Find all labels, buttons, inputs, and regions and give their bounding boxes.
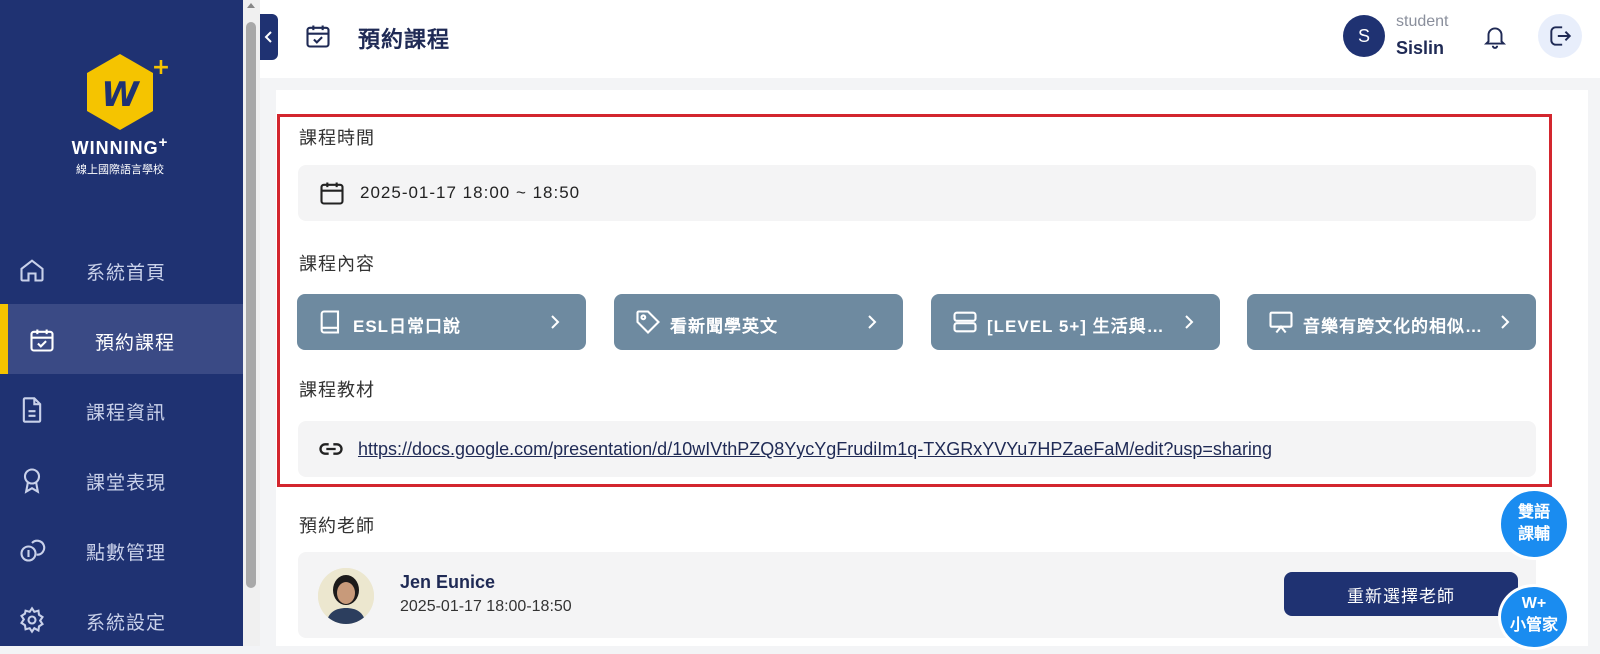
teacher-time: 2025-01-17 18:00-18:50	[400, 598, 572, 615]
home-icon	[20, 259, 44, 282]
course-material-link[interactable]: https://docs.google.com/presentation/d/1…	[358, 439, 1272, 460]
svg-text:+: +	[152, 55, 170, 80]
bilingual-tutoring-button[interactable]: 雙語 課輔	[1498, 488, 1570, 560]
coins-icon	[20, 539, 46, 562]
sidebar-item-settings[interactable]: 系統設定	[0, 584, 243, 654]
bell-icon[interactable]	[1482, 22, 1508, 50]
gear-icon	[20, 606, 44, 634]
course-content-label: 課程內容	[299, 254, 375, 274]
course-time-value: 2025-01-17 18:00 ~ 18:50	[360, 183, 581, 202]
chevron-left-icon	[264, 31, 272, 43]
bilingual-line-1: 雙語	[1517, 504, 1550, 521]
teacher-label: 預約老師	[299, 516, 375, 536]
logout-icon	[1550, 26, 1572, 46]
document-icon	[22, 397, 42, 423]
chevron-right-icon	[868, 315, 877, 329]
page-title: 預約課程	[358, 27, 451, 52]
sidebar-item-label: 預約課程	[95, 333, 176, 354]
brand-subtitle: 線上國際語言學校	[76, 164, 164, 176]
sidebar-item-label: 點數管理	[86, 543, 167, 564]
link-icon	[319, 443, 343, 455]
chevron-right-icon	[1501, 315, 1510, 329]
assistant-line-2: 小管家	[1509, 617, 1558, 634]
course-material-label: 課程教材	[299, 380, 375, 400]
calendar-check-icon	[306, 25, 330, 48]
course-chip-label: 音樂有跨文化的相似…	[1303, 317, 1483, 336]
calendar-icon	[320, 182, 344, 205]
user-name: Sislin	[1396, 38, 1445, 58]
course-time-row: 2025-01-17 18:00 ~ 18:50	[298, 165, 1536, 221]
tag-icon	[636, 310, 660, 334]
course-chip-level[interactable]: [LEVEL 5+] 生活與文…	[931, 294, 1220, 350]
course-chip-lesson[interactable]: 音樂有跨文化的相似…	[1247, 294, 1536, 350]
top-header: 預約課程 S student Sislin	[260, 0, 1600, 78]
scrollbar-thumb[interactable]	[246, 22, 256, 588]
brand-logo[interactable]: W + WINNING+ 線上國際語言學校	[60, 52, 180, 177]
reselect-teacher-button[interactable]: 重新選擇老師	[1284, 572, 1518, 616]
sidebar-item-label: 課程資訊	[86, 403, 167, 424]
course-material-row: https://docs.google.com/presentation/d/1…	[298, 421, 1536, 477]
calendar-check-icon	[30, 329, 54, 352]
teacher-name: Jen Eunice	[400, 572, 496, 592]
sidebar-item-course-info[interactable]: 課程資訊	[0, 374, 243, 444]
logout-button[interactable]	[1538, 14, 1582, 58]
teacher-avatar	[318, 568, 374, 624]
sidebar-scrollbar[interactable]	[243, 0, 260, 646]
course-chip-topic[interactable]: ESL日常口說	[297, 294, 586, 350]
server-icon	[953, 311, 977, 333]
sidebar: W + WINNING+ 線上國際語言學校 系統首頁 預約課程 課程資訊 課堂表…	[0, 0, 243, 646]
sidebar-nav: 系統首頁 預約課程 課程資訊 課堂表現 點數管理 系統設定	[0, 234, 243, 654]
sidebar-collapse-button[interactable]	[260, 14, 278, 60]
sidebar-item-performance[interactable]: 課堂表現	[0, 444, 243, 514]
sidebar-item-label: 系統首頁	[86, 263, 167, 284]
teacher-row: Jen Eunice 2025-01-17 18:00-18:50 重新選擇老師	[298, 552, 1536, 638]
course-chip-label: 看新聞學英文	[670, 317, 778, 336]
award-icon	[23, 468, 41, 494]
book-icon	[320, 310, 340, 334]
presentation-icon	[1269, 311, 1293, 334]
assistant-line-1: W+	[1521, 595, 1547, 612]
scroll-up-arrow-icon[interactable]	[247, 3, 255, 8]
chevron-right-icon	[1185, 315, 1194, 329]
chevron-right-icon	[551, 315, 560, 329]
course-chip-label: [LEVEL 5+] 生活與文…	[987, 317, 1172, 336]
sidebar-item-points[interactable]: 點數管理	[0, 514, 243, 584]
sidebar-item-home[interactable]: 系統首頁	[0, 234, 243, 304]
sidebar-item-label: 系統設定	[86, 613, 167, 634]
sidebar-item-booking[interactable]: 預約課程	[0, 304, 243, 374]
sidebar-item-label: 課堂表現	[86, 473, 167, 494]
course-time-label: 課程時間	[299, 128, 375, 148]
bilingual-line-2: 課輔	[1517, 526, 1550, 543]
user-role: student	[1396, 13, 1449, 30]
course-chip-label: ESL日常口說	[353, 317, 462, 336]
logo-letter: W	[101, 75, 140, 115]
avatar[interactable]: S	[1343, 15, 1385, 57]
assistant-button[interactable]: W+ 小管家	[1498, 584, 1570, 650]
course-chip-category[interactable]: 看新聞學英文	[614, 294, 903, 350]
logo-mark: W +	[81, 52, 170, 130]
brand-name: WINNING+	[71, 134, 169, 158]
